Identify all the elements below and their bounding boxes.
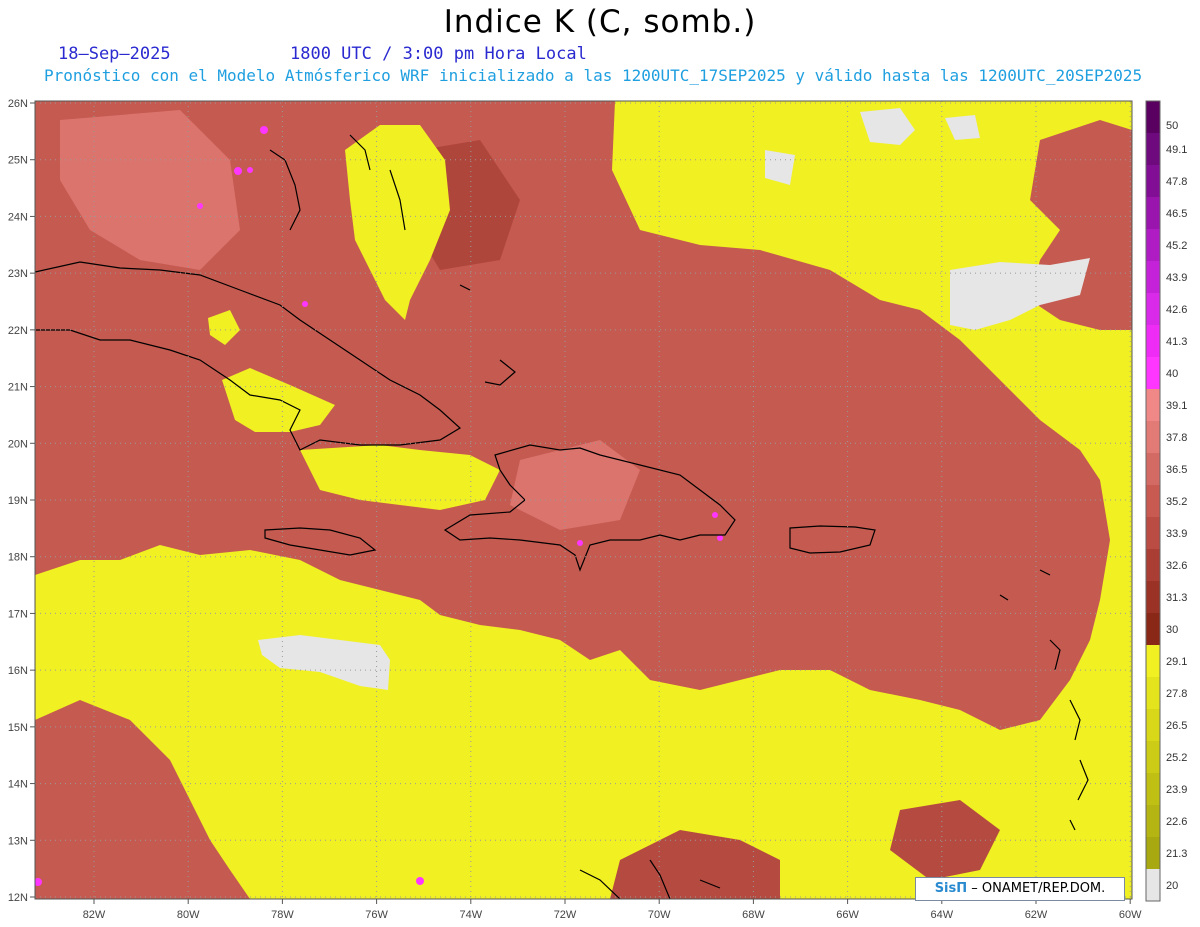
colorbar-swatch (1146, 741, 1160, 774)
colorbar-label: 22.6 (1166, 816, 1187, 828)
lat-label: 19N (8, 495, 28, 507)
colorbar-label: 45.2 (1166, 240, 1187, 252)
lon-label: 82W (83, 909, 106, 921)
colorbar-swatch (1146, 709, 1160, 742)
lon-label: 66W (836, 909, 859, 921)
lat-label: 21N (8, 382, 28, 394)
lat-label: 17N (8, 608, 28, 620)
lat-label: 18N (8, 552, 28, 564)
high-value-spot (260, 126, 268, 134)
latitude-labels: 26N 25N 24N 23N 22N 21N 20N 19N 18N 17N 16N 15N 14N 1… (8, 98, 28, 904)
colorbar-label: 20 (1166, 880, 1178, 892)
colorbar-swatch (1146, 101, 1160, 134)
colorbar-swatch (1146, 837, 1160, 870)
colorbar-label: 26.5 (1166, 720, 1187, 732)
colorbar-swatch (1146, 677, 1160, 710)
colorbar-swatch (1146, 517, 1160, 550)
colorbar-label: 33.9 (1166, 528, 1187, 540)
credit-org: – ONAMET/REP.DOM. (971, 881, 1106, 896)
lat-label: 23N (8, 268, 28, 280)
lat-label: 15N (8, 722, 28, 734)
lat-label: 16N (8, 665, 28, 677)
colorbar-label: 30 (1166, 624, 1178, 636)
colorbar (1145, 100, 1161, 902)
colorbar-swatch (1146, 613, 1160, 646)
colorbar-swatch (1146, 133, 1160, 166)
lon-label: 62W (1025, 909, 1048, 921)
colorbar-swatch (1146, 293, 1160, 326)
lon-label: 76W (365, 909, 388, 921)
colorbar-label: 49.1 (1166, 144, 1187, 156)
colorbar-label: 32.6 (1166, 560, 1187, 572)
lon-label: 78W (271, 909, 294, 921)
colorbar-label: 27.8 (1166, 688, 1187, 700)
colorbar-swatch (1146, 421, 1160, 454)
colorbar-swatch (1146, 581, 1160, 614)
colorbar-swatch (1146, 325, 1160, 358)
longitude-labels: 82W 80W 78W 76W 74W 72W 70W 68W 66W 64W 62W 60W (83, 909, 1142, 921)
colorbar-label: 29.1 (1166, 656, 1187, 668)
lon-label: 74W (459, 909, 482, 921)
lon-label: 80W (177, 909, 200, 921)
colorbar-swatch (1146, 389, 1160, 422)
colorbar-swatch (1146, 869, 1160, 902)
lat-label: 25N (8, 155, 28, 167)
colorbar-label: 36.5 (1166, 464, 1187, 476)
lat-label: 22N (8, 325, 28, 337)
colorbar-label: 37.8 (1166, 432, 1187, 444)
colorbar-swatch (1146, 549, 1160, 582)
colorbar-label: 43.9 (1166, 272, 1187, 284)
lat-label: 20N (8, 438, 28, 450)
colorbar-swatch (1146, 229, 1160, 262)
colorbar-label: 46.5 (1166, 208, 1187, 220)
map-field (35, 101, 1132, 899)
colorbar-label: 42.6 (1166, 304, 1187, 316)
colorbar-label: 39.1 (1166, 400, 1187, 412)
colorbar-swatch (1146, 773, 1160, 806)
lon-label: 68W (742, 909, 765, 921)
credit-box: SisΠ – ONAMET/REP.DOM. (915, 877, 1125, 901)
colorbar-label: 23.9 (1166, 784, 1187, 796)
lat-label: 13N (8, 835, 28, 847)
lat-label: 24N (8, 211, 28, 223)
colorbar-label: 31.3 (1166, 592, 1187, 604)
colorbar-label: 21.3 (1166, 848, 1187, 860)
colorbar-label: 47.8 (1166, 176, 1187, 188)
lon-label: 64W (930, 909, 953, 921)
colorbar-label: 50 (1166, 120, 1178, 132)
lat-label: 26N (8, 98, 28, 110)
colorbar-swatch (1146, 805, 1160, 838)
lon-label: 70W (648, 909, 671, 921)
colorbar-swatch (1146, 485, 1160, 518)
sis-logo: SisΠ (934, 881, 968, 896)
lat-label: 12N (8, 892, 28, 904)
map-canvas: 26N 25N 24N 23N 22N 21N 20N 19N 18N 17N 16N 15N 14N 1… (8, 98, 1188, 921)
lon-label: 60W (1119, 909, 1142, 921)
colorbar-labels: 50 49.1 47.8 46.5 45.2 43.9 42.6 41.3 40 39.1 37.8… (1166, 120, 1187, 892)
colorbar-swatch (1146, 645, 1160, 678)
colorbar-swatch (1146, 197, 1160, 230)
colorbar-label: 40 (1166, 368, 1178, 380)
colorbar-swatch (1146, 261, 1160, 294)
colorbar-swatch (1146, 453, 1160, 486)
colorbar-label: 25.2 (1166, 752, 1187, 764)
colorbar-swatch (1146, 357, 1160, 390)
colorbar-label: 35.2 (1166, 496, 1187, 508)
lon-label: 72W (554, 909, 577, 921)
colorbar-label: 41.3 (1166, 336, 1187, 348)
lat-label: 14N (8, 779, 28, 791)
colorbar-swatch (1146, 165, 1160, 198)
